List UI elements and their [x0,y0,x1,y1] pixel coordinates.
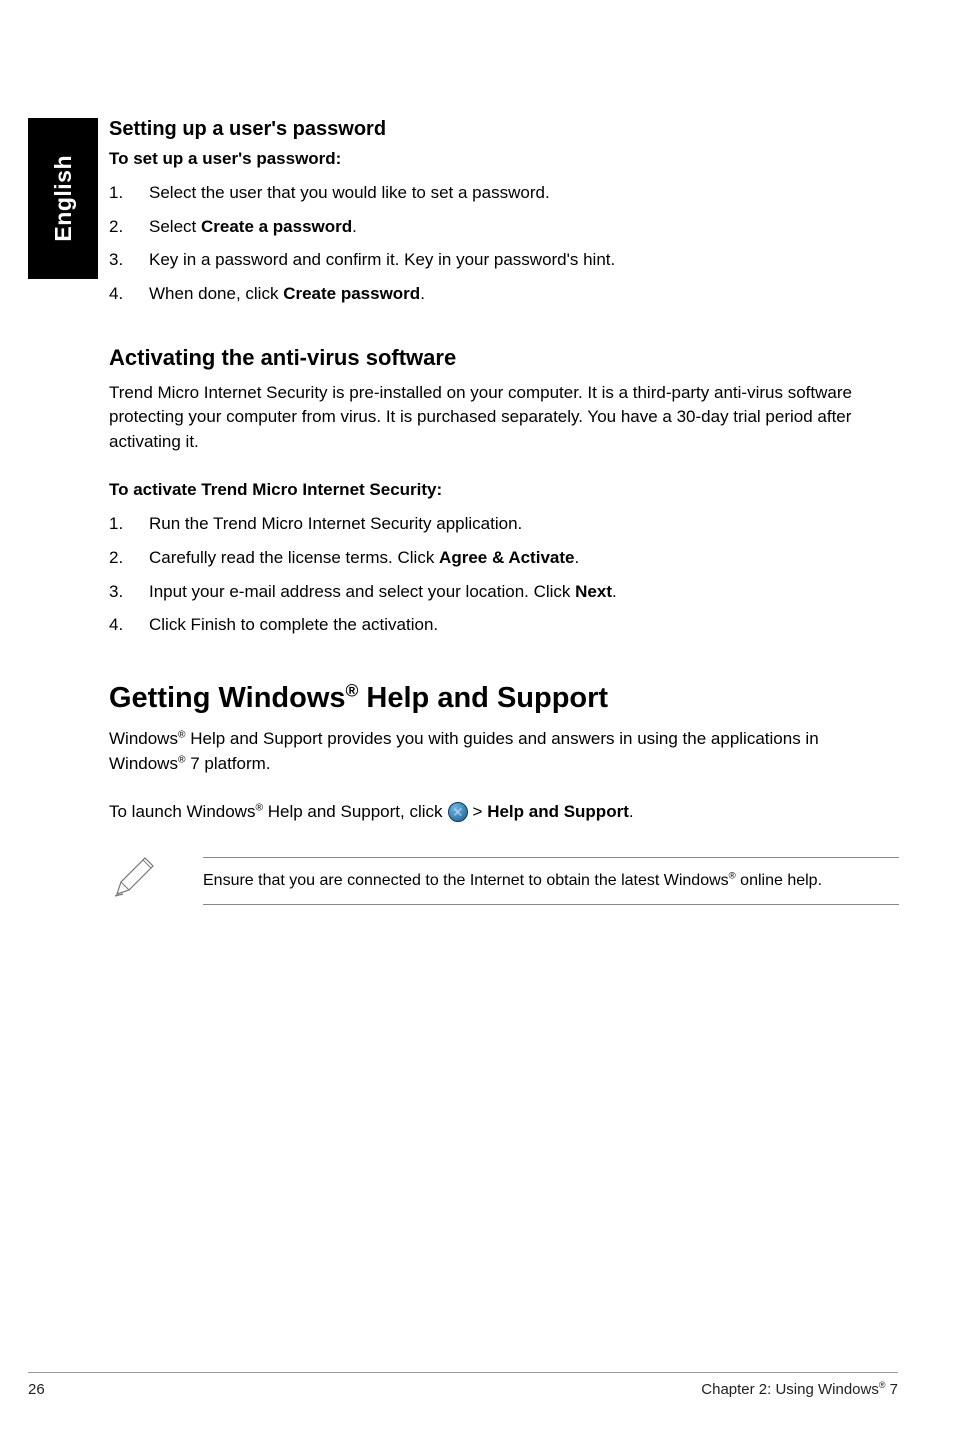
list-item: 2. Select Create a password. [109,215,899,240]
list-number: 4. [109,613,149,638]
page-number: 26 [28,1381,45,1398]
section-antivirus: Activating the anti-virus software Trend… [109,345,899,638]
list-number: 2. [109,215,149,240]
heading-help-support: Getting Windows® Help and Support [109,682,899,715]
list-number: 2. [109,546,149,571]
list-number: 3. [109,248,149,273]
list-text: Run the Trend Micro Internet Security ap… [149,512,899,537]
heading-antivirus: Activating the anti-virus software [109,345,899,371]
language-tab: English [28,118,98,279]
launch-instruction: To launch Windows® Help and Support, cli… [109,802,899,822]
list-item: 1. Select the user that you would like t… [109,181,899,206]
list-item: 2. Carefully read the license terms. Cli… [109,546,899,571]
intro-help-support: Windows® Help and Support provides you w… [109,727,899,776]
note-text: Ensure that you are connected to the Int… [203,872,822,889]
list-item: 3. Key in a password and confirm it. Key… [109,248,899,273]
list-text: Select Create a password. [149,215,899,240]
subheading-password: To set up a user's password: [109,149,899,169]
section-password: Setting up a user's password To set up a… [109,118,899,307]
list-number: 4. [109,282,149,307]
list-antivirus-steps: 1. Run the Trend Micro Internet Security… [109,512,899,638]
list-item: 1. Run the Trend Micro Internet Security… [109,512,899,537]
heading-password: Setting up a user's password [109,118,899,141]
intro-antivirus: Trend Micro Internet Security is pre-ins… [109,381,899,455]
language-tab-label: English [50,155,77,242]
list-text: Click Finish to complete the activation. [149,613,899,638]
chapter-title: Chapter 2: Using Windows® 7 [701,1381,898,1398]
note-box: Ensure that you are connected to the Int… [109,854,899,907]
list-text: Key in a password and confirm it. Key in… [149,248,899,273]
list-text: Input your e-mail address and select you… [149,580,899,605]
windows-start-icon [448,802,468,822]
list-text: When done, click Create password. [149,282,899,307]
page-content: Setting up a user's password To set up a… [109,118,899,907]
page-footer: 26 Chapter 2: Using Windows® 7 [28,1372,898,1398]
list-password-steps: 1. Select the user that you would like t… [109,181,899,307]
list-number: 3. [109,580,149,605]
list-number: 1. [109,512,149,537]
section-help-support: Getting Windows® Help and Support Window… [109,682,899,907]
subheading-antivirus: To activate Trend Micro Internet Securit… [109,480,899,500]
list-item: 3. Input your e-mail address and select … [109,580,899,605]
list-text: Select the user that you would like to s… [149,181,899,206]
list-number: 1. [109,181,149,206]
list-item: 4. Click Finish to complete the activati… [109,613,899,638]
note-text-wrap: Ensure that you are connected to the Int… [203,857,899,905]
list-item: 4. When done, click Create password. [109,282,899,307]
list-text: Carefully read the license terms. Click … [149,546,899,571]
pencil-icon [109,854,161,907]
